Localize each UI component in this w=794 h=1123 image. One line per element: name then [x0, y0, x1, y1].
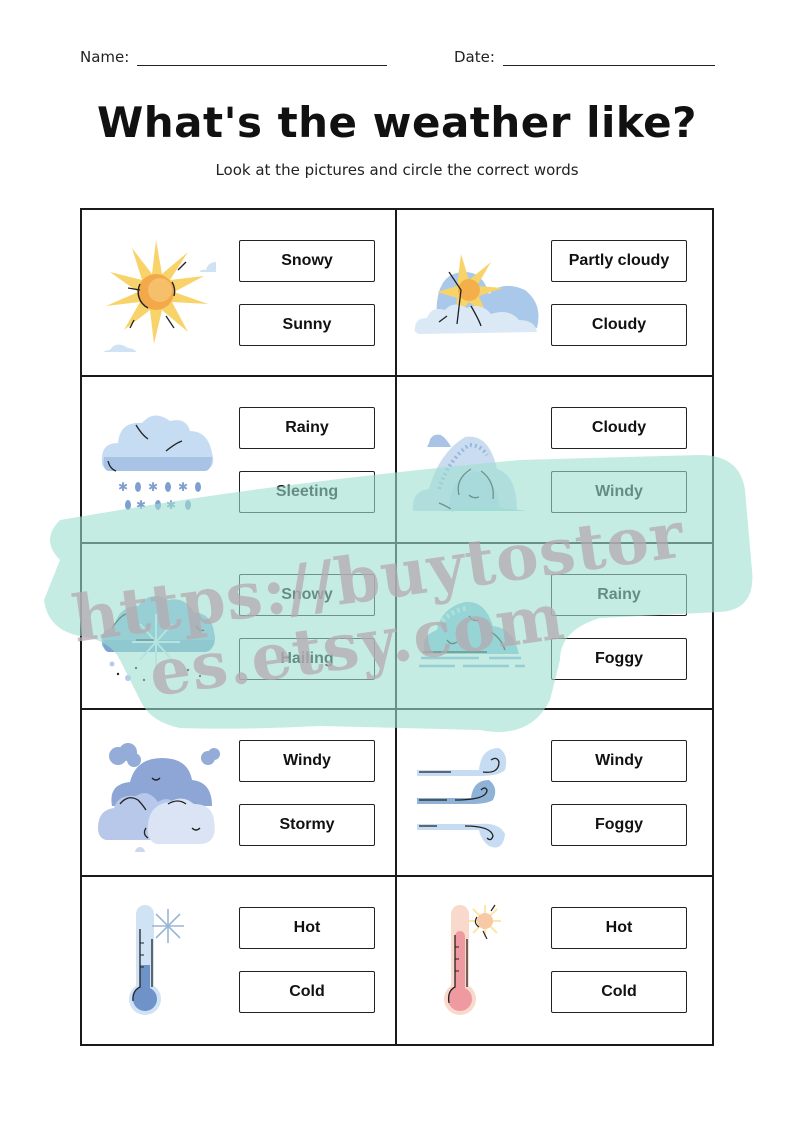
option-button[interactable]: Cold	[239, 971, 375, 1014]
option-button[interactable]: Sunny	[239, 304, 375, 346]
option-button[interactable]: Snowy	[239, 573, 375, 616]
cell-snowy: Snowy Hailing	[82, 543, 397, 711]
storm-clouds-icon	[98, 743, 220, 853]
option-button[interactable]: Sleeting	[239, 470, 375, 513]
instructions: Look at the pictures and circle the corr…	[215, 161, 579, 179]
option-button[interactable]: Foggy	[551, 637, 687, 680]
option-button[interactable]: Rainy	[551, 573, 687, 616]
cell-cloudy: Cloudy Windy	[397, 377, 712, 544]
option-button[interactable]: Cold	[551, 971, 687, 1014]
partly-cloudy-icon	[414, 254, 539, 334]
cell-partly-cloudy: Partly cloudy Cloudy	[397, 210, 712, 377]
option-button[interactable]: Partly cloudy	[551, 240, 687, 282]
option-button[interactable]: Cloudy	[551, 304, 687, 346]
worksheet-grid: Snowy Sunny Partly cloudy Cloudy ✱ ✱ ✱ ✱ ✱	[80, 208, 714, 1046]
cell-cold: Hot Cold	[82, 877, 397, 1044]
sun-icon	[103, 240, 216, 352]
option-button[interactable]: Cloudy	[551, 406, 687, 449]
option-button[interactable]: Rainy	[239, 406, 375, 449]
option-button[interactable]: Foggy	[551, 804, 687, 847]
svg-text:✱: ✱	[118, 480, 128, 494]
option-button[interactable]: Windy	[239, 740, 375, 783]
svg-text:✱: ✱	[166, 498, 176, 512]
date-label: Date:	[454, 48, 495, 66]
name-line[interactable]	[137, 51, 388, 66]
option-button[interactable]: Snowy	[239, 240, 375, 282]
date-line[interactable]	[502, 51, 715, 66]
option-button[interactable]: Hot	[239, 907, 375, 950]
cell-sleeting: ✱ ✱ ✱ ✱ ✱ Rainy Sleeting	[82, 376, 397, 544]
snow-cloud-icon	[101, 595, 215, 681]
cell-stormy: Windy Stormy	[82, 710, 397, 878]
option-button[interactable]: Windy	[551, 740, 687, 783]
cold-thermometer-icon	[129, 905, 184, 1016]
fog-cloud-icon	[419, 601, 525, 667]
date-field[interactable]: Date:	[454, 48, 715, 66]
svg-text:✱: ✱	[136, 498, 146, 512]
svg-text:✱: ✱	[148, 480, 158, 494]
cloud-icon	[412, 434, 527, 512]
option-button[interactable]: Windy	[551, 470, 687, 513]
option-button[interactable]: Stormy	[239, 804, 375, 847]
cell-windy: Windy Foggy	[397, 710, 712, 878]
cell-hot: Hot Cold	[397, 877, 712, 1044]
cell-sunny: Snowy Sunny	[82, 210, 397, 377]
option-button[interactable]: Hailing	[239, 637, 375, 680]
wind-icon	[417, 748, 507, 848]
name-label: Name:	[80, 48, 130, 66]
cell-foggy: Rainy Foggy	[397, 544, 712, 711]
page-title: What's the weather like?	[96, 98, 698, 147]
svg-text:✱: ✱	[178, 480, 188, 494]
name-field[interactable]: Name:	[80, 48, 388, 66]
sleet-cloud-icon: ✱ ✱ ✱ ✱ ✱	[101, 415, 214, 512]
hot-thermometer-icon	[444, 904, 501, 1016]
option-button[interactable]: Hot	[551, 907, 687, 950]
